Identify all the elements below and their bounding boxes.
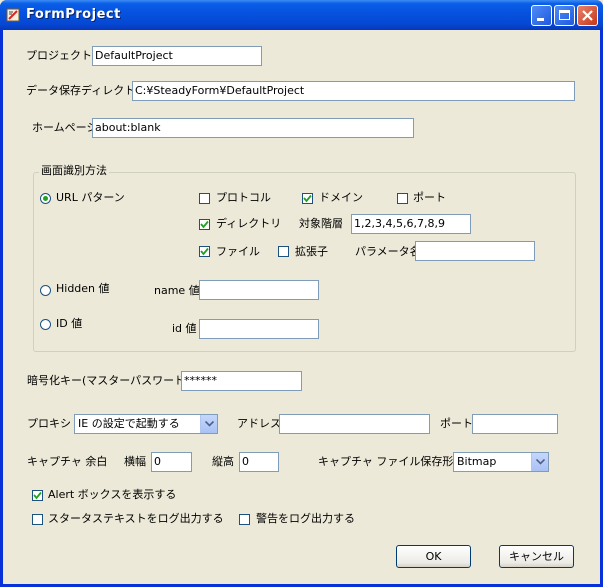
file-checkbox[interactable] [199, 246, 210, 257]
alert-label: Alert ボックスを表示する [48, 488, 177, 501]
app-icon [6, 8, 20, 22]
data-dir-label: データ保存ディレクトリ [26, 84, 147, 97]
close-button[interactable] [577, 5, 598, 26]
protocol-checkbox[interactable] [199, 193, 210, 204]
proxy-address-label: アドレス [237, 417, 281, 430]
capture-format-label: キャプチャ ファイル保存形式 [318, 455, 465, 468]
encryption-key-input[interactable]: ****** [181, 371, 302, 391]
capture-width-input[interactable]: 0 [151, 452, 192, 472]
cancel-button[interactable]: キャンセル [499, 545, 574, 568]
id-value-label: id 値 [172, 322, 197, 335]
name-value-input[interactable] [199, 280, 319, 300]
homepage-label: ホームページ [32, 121, 98, 134]
title-bar[interactable]: FormProject [0, 0, 603, 30]
capture-format-selected: Bitmap [457, 455, 497, 468]
form-project-window: FormProject プロジェクト名 DefaultProject データ保存… [0, 0, 603, 587]
directory-checkbox[interactable] [199, 219, 210, 230]
hidden-label: Hidden 値 [56, 282, 110, 295]
chevron-down-icon [536, 459, 545, 465]
port-checkbox[interactable] [397, 193, 408, 204]
proxy-label: プロキシ [27, 417, 71, 430]
target-level-label: 対象階層 [299, 217, 343, 230]
directory-label: ディレクトリ [216, 217, 282, 230]
status-log-label: スタータステキストをログ出力する [48, 512, 224, 525]
url-pattern-radio[interactable] [40, 193, 51, 204]
id-label: ID 値 [56, 317, 83, 330]
maximize-icon [559, 10, 570, 20]
domain-checkbox[interactable] [302, 193, 313, 204]
extension-checkbox[interactable] [278, 246, 289, 257]
minimize-button[interactable] [531, 5, 552, 26]
window-title: FormProject [26, 7, 121, 22]
identify-method-title: 画面識別方法 [39, 164, 109, 178]
file-label: ファイル [216, 245, 260, 258]
dropdown-button[interactable] [200, 415, 217, 433]
proxy-address-input[interactable] [279, 414, 430, 434]
name-value-label: name 値 [154, 284, 200, 297]
protocol-label: プロトコル [216, 191, 271, 204]
check-icon [303, 194, 312, 203]
url-pattern-label: URL パターン [56, 191, 125, 204]
encryption-key-label: 暗号化キー(マスターパスワード) [27, 374, 190, 387]
capture-margin-label: キャプチャ 余白 [27, 455, 108, 468]
alert-checkbox[interactable] [32, 490, 43, 501]
radio-dot [43, 196, 48, 201]
check-icon [33, 491, 42, 500]
hidden-radio[interactable] [40, 285, 51, 296]
check-icon [200, 247, 209, 256]
dropdown-button[interactable] [531, 453, 548, 471]
proxy-port-label: ポート [440, 417, 473, 430]
extension-label: 拡張子 [295, 245, 328, 258]
maximize-button[interactable] [554, 5, 575, 26]
proxy-select[interactable]: IE の設定で起動する [74, 414, 218, 434]
check-icon [200, 220, 209, 229]
capture-height-input[interactable]: 0 [239, 452, 279, 472]
project-name-input[interactable]: DefaultProject [92, 46, 262, 66]
id-radio[interactable] [40, 319, 51, 330]
id-value-input[interactable] [199, 319, 319, 339]
warning-log-label: 警告をログ出力する [256, 512, 355, 525]
status-log-checkbox[interactable] [32, 514, 43, 525]
homepage-input[interactable]: about:blank [92, 118, 414, 138]
param-name-input[interactable] [415, 241, 535, 261]
domain-label: ドメイン [319, 191, 363, 204]
target-level-input[interactable]: 1,2,3,4,5,6,7,8,9 [351, 214, 471, 234]
capture-format-select[interactable]: Bitmap [453, 452, 549, 472]
proxy-selected-value: IE の設定で起動する [78, 417, 180, 430]
close-icon [582, 10, 593, 21]
proxy-port-input[interactable] [472, 414, 558, 434]
minimize-icon [537, 18, 544, 21]
chevron-down-icon [205, 421, 214, 427]
param-name-label: パラメータ名 [355, 245, 421, 258]
port-label: ポート [413, 191, 446, 204]
data-dir-input[interactable]: C:¥SteadyForm¥DefaultProject [132, 81, 575, 101]
capture-height-label: 縦高 [212, 455, 234, 468]
capture-width-label: 横幅 [124, 455, 146, 468]
warning-log-checkbox[interactable] [239, 514, 250, 525]
ok-button[interactable]: OK [396, 545, 471, 568]
